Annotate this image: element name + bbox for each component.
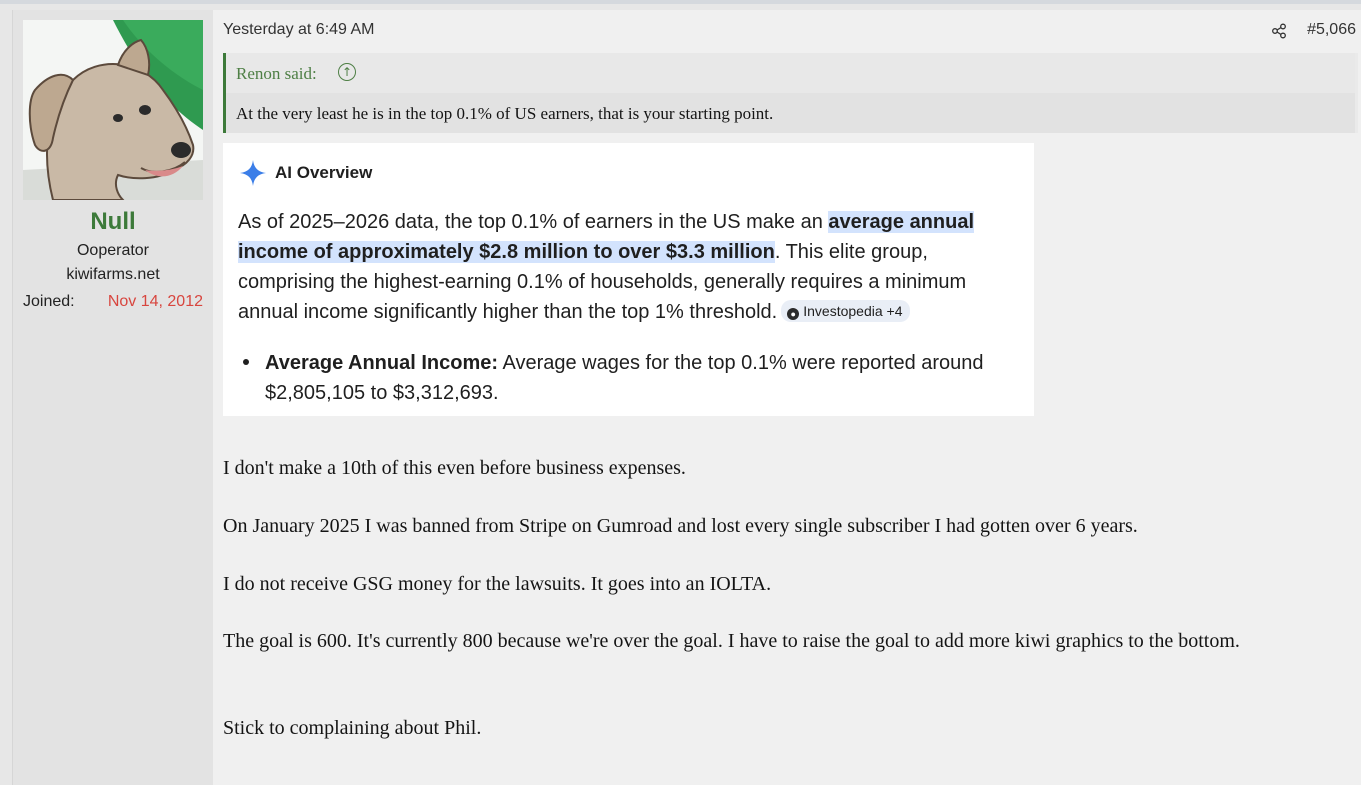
body-paragraph-5: Stick to complaining about Phil. (223, 717, 482, 739)
quote-author[interactable]: Renon said: (236, 64, 317, 84)
user-info-column: Null Ooperator kiwifarms.net Joined: Nov… (13, 10, 213, 785)
dog-avatar-illustration (23, 20, 203, 200)
source-chip: ● Investopedia +4 (781, 300, 911, 322)
body-paragraph-3: I do not receive GSG money for the lawsu… (223, 573, 772, 595)
body-paragraph-1: I don't make a 10th of this even before … (223, 457, 686, 479)
joined-date: Nov 14, 2012 (107, 293, 203, 310)
bullet-label: Average Annual Income: (265, 352, 499, 374)
quote-content: At the very least he is in the top 0.1% … (226, 93, 1355, 133)
body-paragraph-4: The goal is 600. It's currently 800 beca… (223, 630, 1240, 652)
quote-header: Renon said: ↑ (226, 53, 1355, 93)
quote-text: At the very least he is in the top 0.1% … (236, 104, 774, 123)
investopedia-logo-icon: ● (787, 308, 800, 320)
source-chip-label: Investopedia +4 (803, 303, 903, 319)
ai-overview-title: AI Overview (275, 163, 373, 182)
user-banner: kiwifarms.net (66, 266, 160, 283)
ai-overview-paragraph: As of 2025–2026 data, the top 0.1% of ea… (238, 207, 1018, 327)
body-paragraph-2: On January 2025 I was banned from Stripe… (223, 515, 1138, 537)
ai-para-start: As of 2025–2026 data, the top 0.1% of ea… (238, 211, 829, 233)
post-date[interactable]: Yesterday at 6:49 AM (223, 21, 375, 39)
post-main: Yesterday at 6:49 AM #5,066 Renon said: … (223, 10, 1361, 785)
arrow-up-circle-icon[interactable]: ↑ (338, 63, 356, 81)
joined-label: Joined: (23, 293, 75, 310)
ai-overview-bullet: Average Annual Income: Average wages for… (265, 348, 1015, 408)
top-border (0, 0, 1361, 4)
post-number[interactable]: #5,066 (1307, 21, 1356, 39)
username[interactable]: Null (13, 208, 213, 236)
sparkle-icon (240, 160, 266, 186)
bullet-dot-icon (243, 359, 249, 365)
quote-block: Renon said: ↑ At the very least he is in… (223, 53, 1358, 133)
avatar[interactable] (23, 20, 203, 200)
ai-overview-screenshot[interactable]: AI Overview As of 2025–2026 data, the to… (223, 143, 1034, 416)
forum-post: Null Ooperator kiwifarms.net Joined: Nov… (12, 10, 1361, 785)
share-icon[interactable] (1271, 23, 1287, 39)
user-title: Ooperator (76, 242, 150, 259)
